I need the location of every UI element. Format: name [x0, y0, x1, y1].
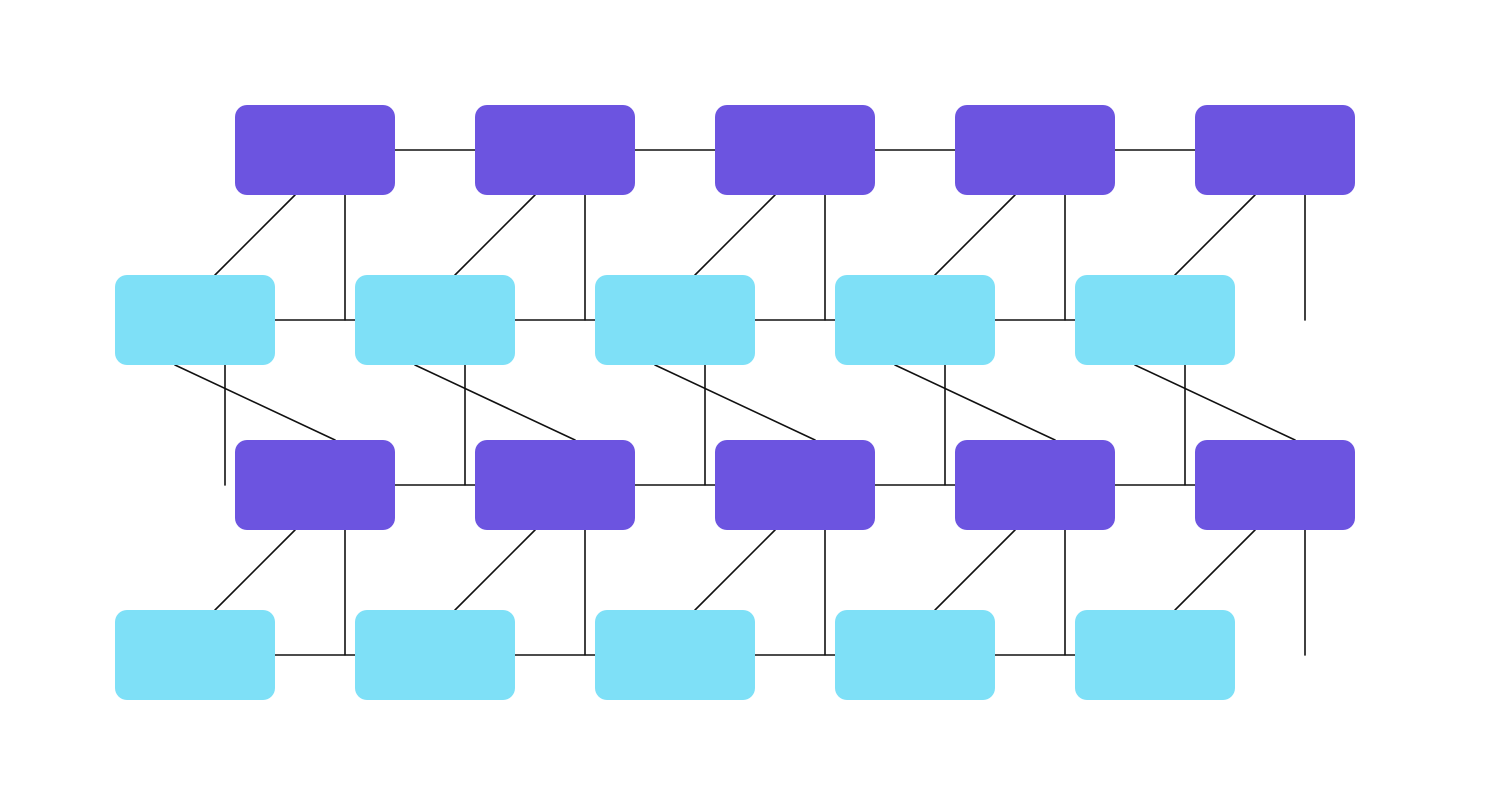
node-r0-c0 [235, 105, 395, 195]
edge [215, 195, 295, 275]
node-r2-c0 [235, 440, 395, 530]
edge [415, 365, 575, 440]
node-r3-c2 [595, 610, 755, 700]
node-r3-c1 [355, 610, 515, 700]
node-r2-c4 [1195, 440, 1355, 530]
node-r0-c3 [955, 105, 1115, 195]
node-r3-c3 [835, 610, 995, 700]
diagram-canvas [0, 0, 1500, 800]
node-r2-c2 [715, 440, 875, 530]
edge [215, 530, 295, 610]
edge [1175, 530, 1255, 610]
node-r3-c0 [115, 610, 275, 700]
node-r1-c0 [115, 275, 275, 365]
node-r3-c4 [1075, 610, 1235, 700]
edge [455, 530, 535, 610]
edge [655, 365, 815, 440]
node-r1-c1 [355, 275, 515, 365]
node-r0-c2 [715, 105, 875, 195]
edge [1175, 195, 1255, 275]
node-r0-c4 [1195, 105, 1355, 195]
node-r1-c3 [835, 275, 995, 365]
node-r2-c1 [475, 440, 635, 530]
node-r0-c1 [475, 105, 635, 195]
edge [695, 530, 775, 610]
edge [935, 195, 1015, 275]
edge [175, 365, 335, 440]
edge [1135, 365, 1295, 440]
node-r1-c4 [1075, 275, 1235, 365]
node-r2-c3 [955, 440, 1115, 530]
edge [455, 195, 535, 275]
node-r1-c2 [595, 275, 755, 365]
edge [895, 365, 1055, 440]
edge [935, 530, 1015, 610]
edge [695, 195, 775, 275]
